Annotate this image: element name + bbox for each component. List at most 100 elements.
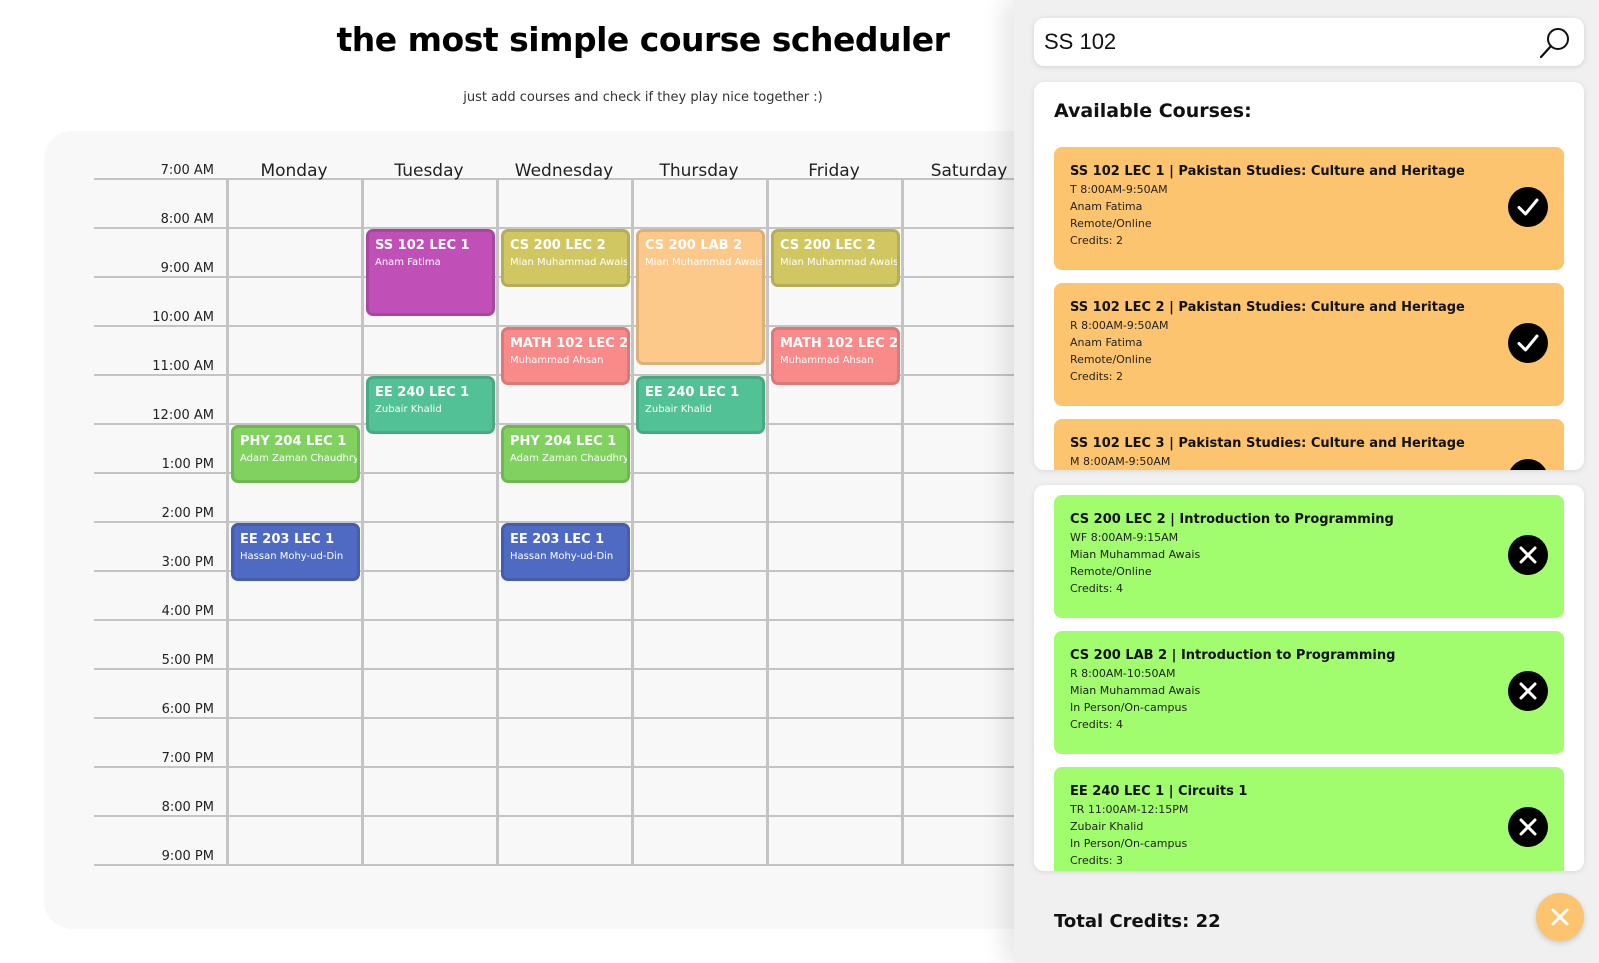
course-time: WF 8:00AM-9:15AM (1070, 531, 1179, 544)
event-instructor: Mian Muhammad Awais (510, 257, 629, 268)
calendar-event[interactable]: EE 203 LEC 1 Hassan Mohy-ud-Din (501, 523, 630, 582)
event-title: MATH 102 LEC 2 (780, 336, 899, 351)
remove-course-button[interactable] (1508, 671, 1548, 711)
hour-gridline (94, 766, 1144, 768)
day-column-divider (226, 178, 229, 866)
time-label: 4:00 PM (161, 604, 214, 619)
hour-gridline (94, 717, 1144, 719)
time-label: 9:00 PM (161, 849, 214, 864)
event-title: EE 240 LEC 1 (375, 385, 470, 400)
time-label: 7:00 PM (161, 751, 214, 766)
course-instructor: Zubair Khalid (1070, 820, 1144, 833)
close-icon (1551, 908, 1569, 926)
hour-gridline (94, 864, 1144, 866)
close-fab-button[interactable] (1536, 893, 1584, 941)
add-course-button[interactable] (1508, 187, 1548, 227)
event-title: EE 203 LEC 1 (510, 532, 605, 547)
event-title: CS 200 LAB 2 (645, 238, 743, 253)
event-title: PHY 204 LEC 1 (510, 434, 617, 449)
calendar-event[interactable]: PHY 204 LEC 1 Adam Zaman Chaudhry (501, 425, 630, 484)
added-courses-panel: CS 200 LEC 2 | Introduction to Programmi… (1034, 485, 1584, 871)
calendar-event[interactable]: EE 203 LEC 1 Hassan Mohy-ud-Din (231, 523, 360, 582)
calendar-event[interactable]: CS 200 LAB 2 Mian Muhammad Awais (636, 229, 765, 365)
day-header-thursday: Thursday (659, 161, 739, 181)
day-header-wednesday: Wednesday (514, 161, 614, 181)
weekly-calendar: 7:00 AM 8:00 AM 9:00 AM 10:00 AM 11:00 AM 12:… (44, 131, 1144, 929)
course-credits: Credits: 2 (1070, 370, 1124, 383)
calendar-event[interactable]: PHY 204 LEC 1 Adam Zaman Chaudhry (231, 425, 360, 484)
event-instructor: Anam Fatima (375, 257, 441, 268)
calendar-event[interactable]: MATH 102 LEC 2 Muhammad Ahsan (501, 327, 630, 386)
calendar-event[interactable]: EE 240 LEC 1 Zubair Khalid (366, 376, 495, 435)
calendar-event[interactable]: MATH 102 LEC 2 Muhammad Ahsan (771, 327, 900, 386)
course-credits: Credits: 2 (1070, 234, 1124, 247)
event-title: PHY 204 LEC 1 (240, 434, 347, 449)
calendar-event[interactable]: CS 200 LEC 2 Mian Muhammad Awais (771, 229, 900, 288)
search-input[interactable] (1044, 24, 1514, 60)
course-time: M 8:00AM-9:50AM (1070, 455, 1171, 468)
course-card[interactable]: CS 200 LEC 2 | Introduction to Programmi… (1054, 495, 1564, 618)
hour-gridline (94, 668, 1144, 670)
day-header-tuesday: Tuesday (394, 161, 464, 181)
course-credits: Credits: 4 (1070, 718, 1124, 731)
event-instructor: Zubair Khalid (645, 404, 712, 415)
time-label: 5:00 PM (161, 653, 214, 668)
course-credits: Credits: 3 (1070, 854, 1124, 867)
course-credits: Credits: 4 (1070, 582, 1124, 595)
hour-gridline (94, 815, 1144, 817)
time-label: 10:00 AM (152, 310, 214, 325)
course-time: R 8:00AM-10:50AM (1070, 667, 1176, 680)
course-instructor: Anam Fatima (1070, 336, 1143, 349)
event-instructor: Adam Zaman Chaudhry (240, 453, 359, 464)
time-label: 2:00 PM (161, 506, 214, 521)
course-instructor: Mian Muhammad Awais (1070, 684, 1201, 697)
total-credits: Total Credits: 22 (1054, 911, 1221, 932)
remove-icon (1519, 682, 1537, 700)
day-column-divider (901, 178, 904, 866)
course-sidebar: Available Courses: SS 102 LEC 1 | Pakist… (1014, 0, 1599, 963)
course-time: R 8:00AM-9:50AM (1070, 319, 1169, 332)
course-mode: Remote/Online (1070, 565, 1152, 578)
course-mode: In Person/On-campus (1070, 837, 1188, 850)
course-card[interactable]: CS 200 LAB 2 | Introduction to Programmi… (1054, 631, 1564, 754)
event-instructor: Hassan Mohy-ud-Din (510, 551, 614, 562)
search-icon[interactable] (1538, 26, 1572, 60)
calendar-event[interactable]: SS 102 LEC 1 Anam Fatima (366, 229, 495, 316)
course-card[interactable]: SS 102 LEC 1 | Pakistan Studies: Culture… (1054, 147, 1564, 270)
search-bar (1034, 18, 1584, 66)
course-title: SS 102 LEC 1 | Pakistan Studies: Culture… (1070, 164, 1465, 179)
event-title: MATH 102 LEC 2 (510, 336, 629, 351)
course-time: T 8:00AM-9:50AM (1070, 183, 1168, 196)
available-courses-list[interactable]: SS 102 LEC 1 | Pakistan Studies: Culture… (1054, 147, 1564, 470)
course-card[interactable]: SS 102 LEC 2 | Pakistan Studies: Culture… (1054, 283, 1564, 406)
time-label: 8:00 PM (161, 800, 214, 815)
time-label: 7:00 AM (160, 163, 214, 178)
remove-course-button[interactable] (1508, 807, 1548, 847)
day-column-divider (361, 178, 364, 866)
event-title: EE 240 LEC 1 (645, 385, 740, 400)
add-course-button[interactable] (1508, 323, 1548, 363)
course-title: SS 102 LEC 3 | Pakistan Studies: Culture… (1070, 436, 1465, 451)
course-mode: Remote/Online (1070, 217, 1152, 230)
event-instructor: Muhammad Ahsan (780, 355, 874, 366)
course-title: EE 240 LEC 1 | Circuits 1 (1070, 784, 1248, 799)
added-courses-list[interactable]: CS 200 LEC 2 | Introduction to Programmi… (1054, 495, 1564, 871)
time-label: 12:00 AM (152, 408, 214, 423)
calendar-event[interactable]: EE 240 LEC 1 Zubair Khalid (636, 376, 765, 435)
time-label: 11:00 AM (152, 359, 214, 374)
course-instructor: Mian Muhammad Awais (1070, 548, 1201, 561)
remove-icon (1519, 818, 1537, 836)
course-mode: In Person/On-campus (1070, 701, 1188, 714)
check-icon (1517, 198, 1539, 216)
event-instructor: Mian Muhammad Awais (780, 257, 899, 268)
remove-course-button[interactable] (1508, 535, 1548, 575)
hour-gridline (94, 619, 1144, 621)
course-mode: Remote/Online (1070, 353, 1152, 366)
course-title: CS 200 LEC 2 | Introduction to Programmi… (1070, 512, 1394, 527)
event-instructor: Zubair Khalid (375, 404, 442, 415)
calendar-event[interactable]: CS 200 LEC 2 Mian Muhammad Awais (501, 229, 630, 288)
time-label: 3:00 PM (161, 555, 214, 570)
course-card[interactable]: EE 240 LEC 1 | Circuits 1 TR 11:00AM-12:1… (1054, 767, 1564, 871)
course-card[interactable]: SS 102 LEC 3 | Pakistan Studies: Culture… (1054, 419, 1564, 470)
course-instructor: Anam Fatima (1070, 200, 1143, 213)
